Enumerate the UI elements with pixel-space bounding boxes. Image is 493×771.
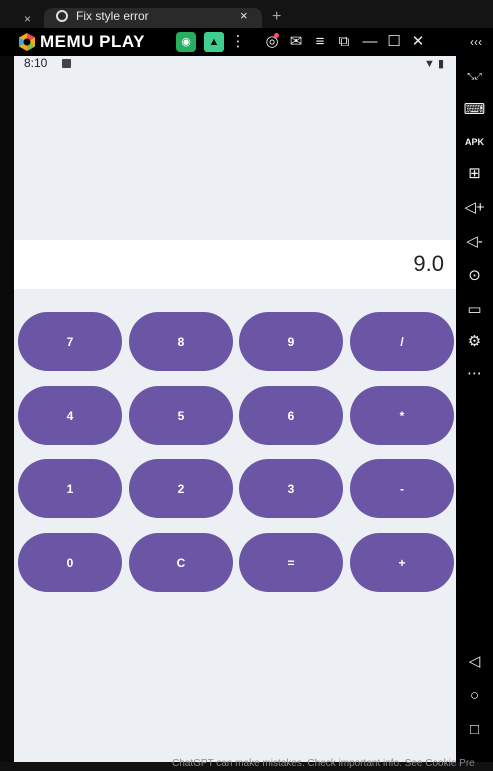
more-icon[interactable]: ⋯ — [456, 364, 493, 384]
status-time: 8:10 — [24, 56, 48, 70]
volume-up-icon[interactable]: ◁+ — [456, 198, 493, 218]
key-add[interactable]: + — [350, 533, 454, 592]
add-window-icon[interactable]: ⊞ — [456, 164, 493, 184]
emulator-brand: MEMU PLAY — [40, 32, 145, 51]
bottom-strip: ChatGPT can make mistakes. Check importa… — [0, 758, 493, 771]
back-icon[interactable]: ◁ — [456, 652, 493, 672]
key-6[interactable]: 6 — [239, 386, 343, 445]
left-edge — [0, 56, 14, 762]
status-signal-battery-icon: ▼ ▮ — [424, 58, 444, 70]
key-subtract[interactable]: - — [350, 459, 454, 518]
new-tab-icon[interactable]: + — [272, 8, 281, 26]
keyboard-icon[interactable]: ⌨ — [456, 100, 493, 120]
collapse-sidebar-icon[interactable]: ‹‹‹ — [462, 32, 490, 52]
recents-icon[interactable]: □ — [456, 720, 493, 740]
menu-icon[interactable]: ≡ — [310, 32, 330, 52]
display-value: 9.0 — [413, 251, 444, 276]
key-divide[interactable]: / — [350, 312, 454, 371]
status-bar: 8:10 ▼ ▮ — [14, 56, 456, 74]
folder-icon[interactable]: ▭ — [456, 300, 493, 320]
tab-favicon-icon — [56, 10, 68, 22]
footer-text: ChatGPT can make mistakes. Check importa… — [172, 758, 475, 769]
tab-title: Fix style error — [76, 9, 149, 23]
volume-down-icon[interactable]: ◁- — [456, 232, 493, 252]
maximize-icon[interactable]: ☐ — [384, 32, 404, 52]
key-5[interactable]: 5 — [129, 386, 233, 445]
calculator-display: 9.0 — [14, 240, 456, 289]
key-1[interactable]: 1 — [18, 459, 122, 518]
key-2[interactable]: 2 — [129, 459, 233, 518]
mail-icon[interactable]: ✉ — [286, 32, 306, 52]
key-clear[interactable]: C — [129, 533, 233, 592]
key-4[interactable]: 4 — [18, 386, 122, 445]
key-0[interactable]: 0 — [18, 533, 122, 592]
emulator-title-bar: MEMU PLAY ◉ ▲ ⋮ ◎ ✉ ≡ ⧉ — ☐ ✕ ‹‹‹ — [0, 28, 493, 56]
key-8[interactable]: 8 — [129, 312, 233, 371]
screen-icon[interactable]: ⧉ — [334, 32, 354, 52]
android-icon[interactable]: ▲ — [204, 32, 224, 52]
store-icon[interactable]: ◉ — [176, 32, 196, 52]
browser-tab-strip: × Fix style error × + — [0, 0, 493, 32]
location-icon[interactable]: ⊙ — [456, 266, 493, 286]
key-3[interactable]: 3 — [239, 459, 343, 518]
close-icon[interactable]: ✕ — [408, 32, 428, 52]
emulator-sidebar: ⤡⤢ ⌨ APK ⊞ ◁+ ◁- ⊙ ▭ ⚙ ⋯ ◁ ○ □ — [456, 56, 493, 771]
key-7[interactable]: 7 — [18, 312, 122, 371]
tab-close-left-icon[interactable]: × — [24, 12, 31, 26]
settings-icon[interactable]: ⚙ — [456, 332, 493, 352]
more-vertical-icon[interactable]: ⋮ — [228, 32, 248, 52]
key-equals[interactable]: = — [239, 533, 343, 592]
key-multiply[interactable]: * — [350, 386, 454, 445]
minimize-icon[interactable]: — — [360, 32, 380, 52]
account-icon[interactable]: ◎ — [262, 32, 282, 52]
home-icon[interactable]: ○ — [456, 686, 493, 706]
status-notification-icon — [62, 59, 71, 68]
fullscreen-icon[interactable]: ⤡⤢ — [456, 66, 493, 86]
memu-logo-icon — [19, 33, 35, 51]
tab-close-icon[interactable]: × — [240, 8, 248, 23]
key-9[interactable]: 9 — [239, 312, 343, 371]
android-screen: 8:10 ▼ ▮ 9.0 7 8 9 / 4 5 6 * 1 2 3 - 0 C… — [14, 56, 456, 762]
notification-dot — [274, 33, 279, 38]
apk-icon[interactable]: APK — [456, 132, 493, 152]
